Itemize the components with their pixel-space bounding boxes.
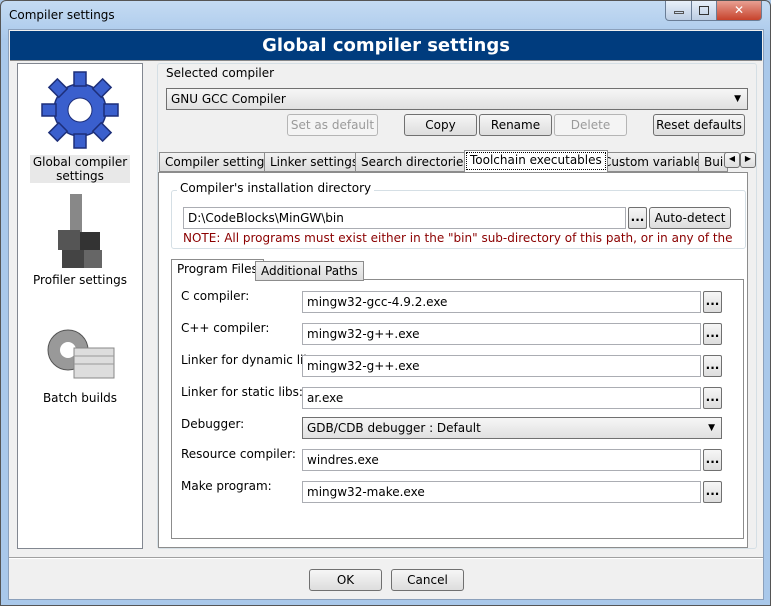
auto-detect-button[interactable]: Auto-detect (649, 207, 731, 229)
compiler-select-value: GNU GCC Compiler (171, 92, 286, 106)
program-input[interactable]: mingw32-g++.exe (302, 323, 701, 345)
program-label: Linker for dynamic libs: (181, 353, 322, 367)
browse-program-button[interactable]: ... (703, 291, 722, 313)
sidebar-item-label: Global compiler settings (30, 155, 130, 183)
subtab-program-files[interactable]: Program Files (171, 259, 264, 281)
browse-dir-button[interactable]: ... (628, 207, 647, 229)
install-dir-note: NOTE: All programs must exist either in … (183, 231, 733, 245)
browse-program-button[interactable]: ... (703, 481, 722, 503)
program-label: C++ compiler: (181, 321, 270, 335)
client-area: Global compiler settings Global compiler… (8, 29, 764, 600)
program-input[interactable]: windres.exe (302, 449, 701, 471)
program-label: C compiler: (181, 289, 250, 303)
program-label: Debugger: (181, 417, 245, 431)
close-button[interactable]: ✕ (716, 1, 762, 21)
program-input[interactable]: mingw32-g++.exe (302, 355, 701, 377)
browse-program-button[interactable]: ... (703, 323, 722, 345)
program-label: Linker for static libs: (181, 385, 303, 399)
sidebar-item-global-compiler[interactable]: Global compiler settings (18, 64, 142, 183)
debugger-select[interactable]: GDB/CDB debugger : Default ▼ (302, 417, 722, 439)
program-label: Make program: (181, 479, 272, 493)
reset-defaults-button[interactable]: Reset defaults (653, 114, 745, 136)
tab-scroll-right-button[interactable]: ▶ (740, 152, 756, 168)
chevron-down-icon: ▼ (708, 423, 715, 433)
tab-toolchain-executables[interactable]: Toolchain executables (464, 150, 608, 172)
cancel-button[interactable]: Cancel (391, 569, 464, 591)
divider (9, 557, 763, 559)
tab-scroll-left-button[interactable]: ◀ (724, 152, 740, 168)
sidebar-item-label: Batch builds (42, 391, 118, 405)
delete-button[interactable]: Delete (554, 114, 627, 136)
batch-builds-icon (47, 329, 115, 379)
debugger-select-value: GDB/CDB debugger : Default (307, 421, 481, 435)
browse-program-button[interactable]: ... (703, 355, 722, 377)
tab-compiler-settings[interactable]: Compiler settings (159, 152, 277, 172)
rename-button[interactable]: Rename (479, 114, 552, 136)
program-input[interactable]: mingw32-make.exe (302, 481, 701, 503)
maximize-button[interactable] (691, 1, 717, 21)
program-label: Resource compiler: (181, 447, 296, 461)
tab-search-directories[interactable]: Search directories (355, 152, 476, 172)
ok-button[interactable]: OK (309, 569, 382, 591)
install-dir-input[interactable]: D:\CodeBlocks\MinGW\bin (183, 207, 626, 229)
subtab-additional-paths[interactable]: Additional Paths (255, 261, 364, 281)
page-title: Global compiler settings (10, 31, 762, 61)
set-as-default-button[interactable]: Set as default (287, 114, 378, 136)
compiler-panel: Selected compiler GNU GCC Compiler ▼ Set… (157, 63, 757, 549)
copy-button[interactable]: Copy (404, 114, 477, 136)
chevron-down-icon: ▼ (734, 94, 741, 104)
sidebar-item-profiler[interactable]: Profiler settings (18, 190, 142, 287)
gear-icon (41, 71, 119, 149)
tab-linker-settings[interactable]: Linker settings (264, 152, 365, 172)
selected-compiler-label: Selected compiler (166, 66, 275, 80)
profiler-icon (58, 194, 102, 268)
dialog-window: Compiler settings ✕ Global compiler sett… (0, 0, 771, 606)
tab-custom-variables[interactable]: Custom variables (597, 152, 714, 172)
install-dir-label: Compiler's installation directory (177, 181, 375, 195)
sidebar: Global compiler settings Profiler settin… (17, 63, 143, 549)
browse-program-button[interactable]: ... (703, 387, 722, 409)
sidebar-item-label: Profiler settings (33, 273, 127, 287)
minimize-button[interactable] (665, 1, 692, 21)
sidebar-item-batch-builds[interactable]: Batch builds (18, 322, 142, 405)
program-input[interactable]: mingw32-gcc-4.9.2.exe (302, 291, 701, 313)
tab-content: Compiler's installation directory D:\Cod… (158, 172, 748, 548)
browse-program-button[interactable]: ... (703, 449, 722, 471)
program-input[interactable]: ar.exe (302, 387, 701, 409)
window-title: Compiler settings (9, 8, 115, 22)
compiler-select[interactable]: GNU GCC Compiler ▼ (166, 88, 748, 110)
